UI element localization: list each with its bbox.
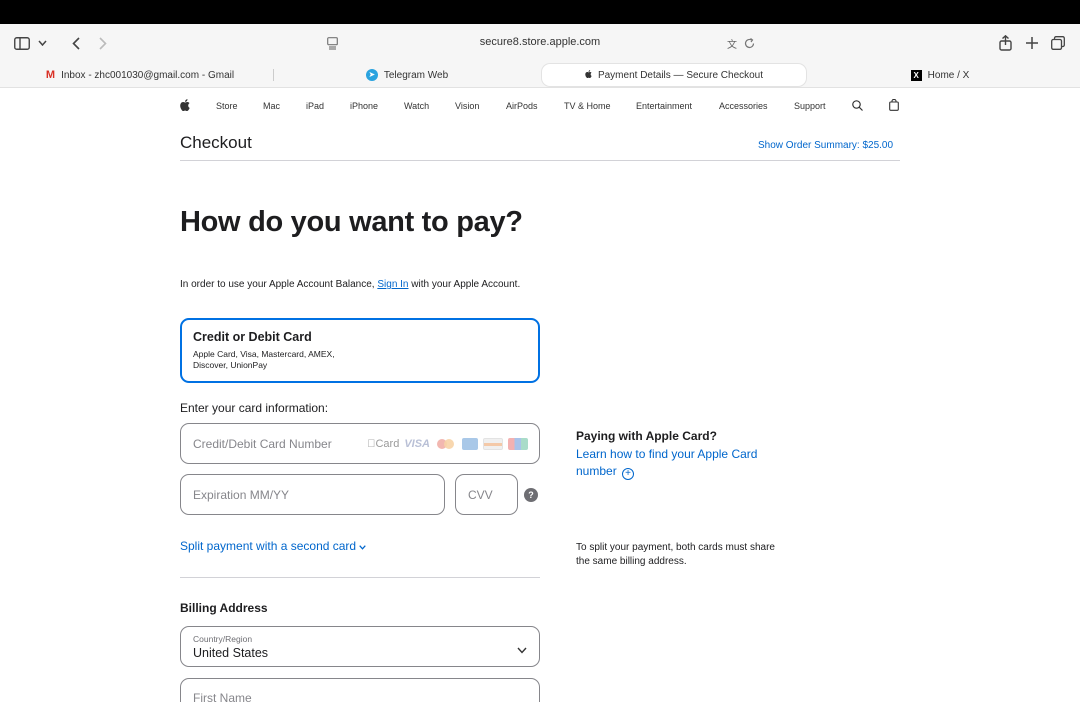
tab-label: Telegram Web <box>383 69 449 81</box>
x-icon: X <box>910 69 922 81</box>
tab-overview-icon[interactable] <box>1050 35 1066 51</box>
shopping-bag-icon[interactable] <box>889 98 899 113</box>
checkout-title: Checkout <box>180 133 252 152</box>
gmail-icon: M <box>45 69 56 81</box>
tab-bar: M Inbox - zhc001030@gmail.com - Gmail ➤ … <box>0 62 1080 88</box>
apple-logo-icon[interactable] <box>180 99 190 113</box>
apple-card-logo-icon: Card <box>367 438 400 450</box>
nav-support[interactable]: Support <box>794 101 826 111</box>
mastercard-logo-icon <box>435 438 457 450</box>
forward-arrow-icon[interactable] <box>96 35 110 51</box>
nav-airpods[interactable]: AirPods <box>506 101 538 111</box>
browser-toolbar: secure8.store.apple.com 文 <box>0 24 1080 64</box>
tab-label: Payment Details — Secure Checkout <box>597 69 764 81</box>
tab-divider <box>273 69 274 81</box>
nav-watch[interactable]: Watch <box>404 101 429 111</box>
header-divider <box>180 160 900 161</box>
plus-circle-icon: + <box>622 468 635 480</box>
nav-store[interactable]: Store <box>216 101 238 111</box>
amex-logo-icon <box>462 438 478 450</box>
unionpay-logo-icon <box>508 438 528 450</box>
section-divider <box>180 577 540 578</box>
tab-payment-details[interactable]: Payment Details — Secure Checkout <box>542 64 806 86</box>
nav-accessories[interactable]: Accessories <box>719 101 768 111</box>
nav-mac[interactable]: Mac <box>263 101 280 111</box>
new-tab-plus-icon[interactable] <box>1024 35 1040 51</box>
expiration-input[interactable]: Expiration MM/YY <box>180 474 445 515</box>
top-black-bar <box>0 0 1080 24</box>
nav-ipad[interactable]: iPad <box>306 101 324 111</box>
tab-gmail[interactable]: M Inbox - zhc001030@gmail.com - Gmail <box>8 64 272 86</box>
page-headline: How do you want to pay? <box>180 206 523 238</box>
sidebar-toggle-icon[interactable] <box>13 35 31 51</box>
visa-logo-icon: VISA <box>404 438 430 450</box>
split-payment-note: To split your payment, both cards must s… <box>576 542 775 567</box>
translate-icon[interactable]: 文 <box>725 36 739 51</box>
cvv-placeholder: CVV <box>468 488 493 502</box>
card-option-title: Credit or Debit Card <box>193 330 312 344</box>
nav-entertainment[interactable]: Entertainment <box>636 101 692 111</box>
apple-card-link-text: Learn how to find your Apple Card number <box>576 447 758 478</box>
chevron-down-icon <box>517 641 527 659</box>
country-region-select[interactable]: Country/Region United States <box>180 626 540 667</box>
tab-x-home[interactable]: X Home / X <box>810 64 1070 86</box>
share-icon[interactable] <box>997 34 1013 52</box>
split-payment-label: Split payment with a second card <box>180 539 357 553</box>
first-name-input[interactable]: First Name <box>180 678 540 702</box>
country-region-label: Country/Region <box>193 634 253 644</box>
nav-iphone[interactable]: iPhone <box>350 101 378 111</box>
country-region-value: United States <box>193 646 269 660</box>
find-apple-card-number-link[interactable]: Learn how to find your Apple Card number… <box>576 446 786 480</box>
apple-icon <box>585 69 592 81</box>
reload-icon[interactable] <box>742 36 756 50</box>
cvv-help-icon[interactable]: ? <box>524 488 538 502</box>
reader-icon[interactable] <box>325 36 339 50</box>
card-number-input[interactable]: Credit/Debit Card Number Card VISA <box>180 423 540 464</box>
address-bar[interactable]: secure8.store.apple.com <box>440 36 640 48</box>
telegram-icon: ➤ <box>365 69 378 81</box>
sign-in-link[interactable]: Sign In <box>377 279 408 290</box>
account-balance-note: In order to use your Apple Account Balan… <box>180 277 540 292</box>
apple-card-heading: Paying with Apple Card? <box>576 429 717 443</box>
chevron-down-icon <box>359 539 367 553</box>
tab-label: Home / X <box>927 69 970 81</box>
tab-telegram[interactable]: ➤ Telegram Web <box>275 64 539 86</box>
card-brand-logos: Card VISA <box>367 438 528 450</box>
nav-vision[interactable]: Vision <box>455 101 479 111</box>
apple-global-nav: Store Mac iPad iPhone Watch Vision AirPo… <box>0 96 1080 116</box>
cvv-input[interactable]: CVV <box>455 474 518 515</box>
card-number-placeholder: Credit/Debit Card Number <box>193 437 332 451</box>
search-icon[interactable] <box>852 100 863 113</box>
balance-note-suffix: with your Apple Account. <box>411 279 521 290</box>
card-option-description: Apple Card, Visa, Mastercard, AMEX, Disc… <box>193 349 335 370</box>
expiration-placeholder: Expiration MM/YY <box>193 488 290 502</box>
split-payment-link[interactable]: Split payment with a second card <box>180 539 367 553</box>
tab-label: Inbox - zhc001030@gmail.com - Gmail <box>61 69 235 81</box>
billing-address-heading: Billing Address <box>180 601 268 615</box>
balance-note-prefix: In order to use your Apple Account Balan… <box>180 279 375 290</box>
chevron-down-icon[interactable] <box>36 36 48 50</box>
back-arrow-icon[interactable] <box>69 35 83 51</box>
nav-tv-home[interactable]: TV & Home <box>564 101 611 111</box>
first-name-placeholder: First Name <box>193 691 252 702</box>
show-order-summary-link[interactable]: Show Order Summary: $25.00 <box>758 140 893 151</box>
credit-debit-card-option[interactable]: Credit or Debit Card Apple Card, Visa, M… <box>180 318 540 383</box>
discover-logo-icon <box>483 438 503 450</box>
card-info-label: Enter your card information: <box>180 401 329 415</box>
